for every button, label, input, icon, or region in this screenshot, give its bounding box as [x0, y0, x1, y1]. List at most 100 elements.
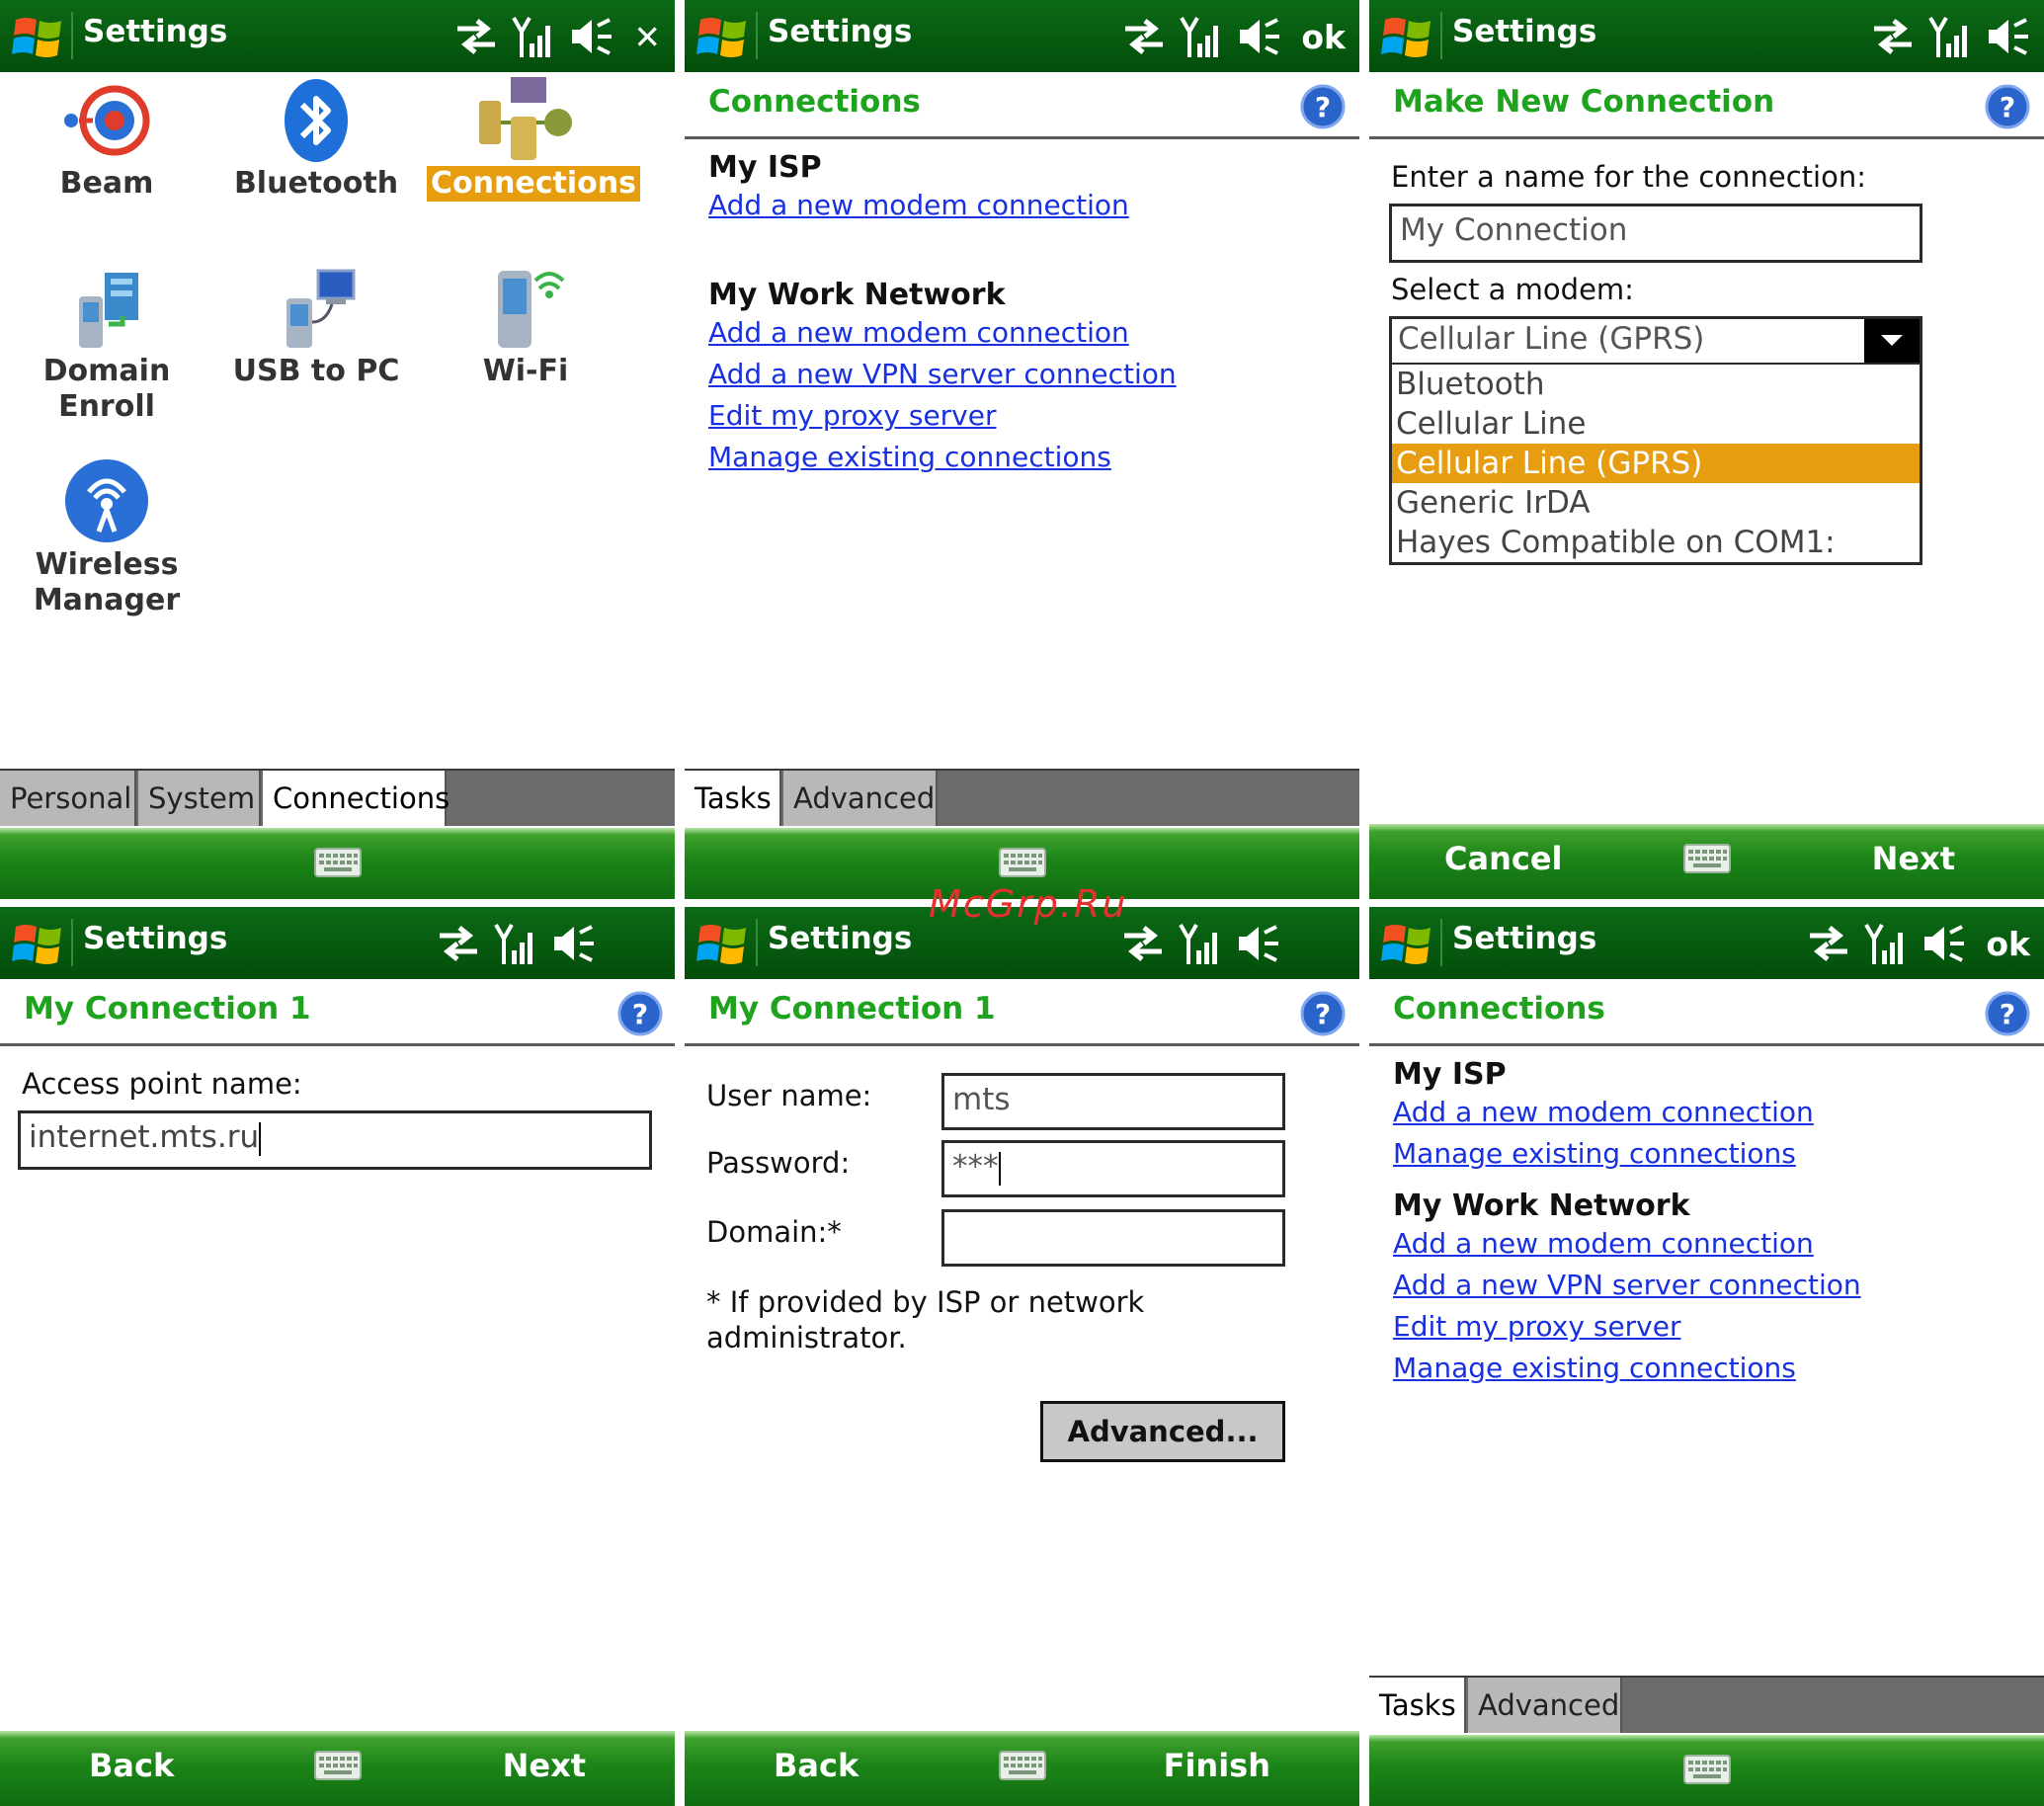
tab-tasks[interactable]: Tasks	[685, 771, 781, 826]
keyboard-icon[interactable]	[1683, 844, 1731, 873]
chevron-down-icon[interactable]	[1864, 319, 1920, 363]
tab-personal[interactable]: Personal	[0, 771, 136, 826]
panel-connections-final: Settings ok Connections My ISP Add a new…	[1369, 907, 2044, 1806]
connections-icon	[479, 77, 572, 160]
link-work-add-modem[interactable]: Add a new modem connection	[708, 312, 1349, 354]
link-work-add-modem[interactable]: Add a new modem connection	[1393, 1223, 2034, 1265]
soft-key-bar	[0, 828, 675, 899]
signal-icon[interactable]	[511, 14, 556, 59]
next-button[interactable]: Next	[1872, 840, 1955, 877]
link-isp-manage[interactable]: Manage existing connections	[1393, 1133, 2034, 1175]
speaker-icon[interactable]	[568, 14, 613, 59]
speaker-icon[interactable]	[1235, 921, 1280, 966]
tab-system[interactable]: System	[138, 771, 261, 826]
link-work-edit-proxy[interactable]: Edit my proxy server	[708, 395, 1349, 437]
windows-start-icon[interactable]	[1381, 10, 1434, 63]
finish-button[interactable]: Finish	[1164, 1747, 1270, 1784]
connections-item[interactable]: Connections	[427, 73, 640, 202]
sync-icon[interactable]	[453, 14, 499, 59]
wifi-item[interactable]: Wi-Fi	[427, 267, 624, 389]
ok-button[interactable]: ok	[1986, 925, 2030, 963]
back-button[interactable]: Back	[89, 1747, 174, 1784]
link-work-edit-proxy[interactable]: Edit my proxy server	[1393, 1306, 2034, 1348]
app-title: Settings	[768, 14, 913, 49]
tab-strip: Tasks Advanced	[1369, 1676, 2044, 1733]
link-isp-add-modem[interactable]: Add a new modem connection	[708, 185, 1349, 226]
modem-option[interactable]: Cellular Line	[1392, 404, 1920, 444]
title-bar: Settings ✕	[0, 0, 675, 72]
domain-note: * If provided by ISP or network administ…	[706, 1285, 1145, 1354]
text-cursor	[259, 1121, 262, 1156]
windows-start-icon[interactable]	[12, 917, 65, 970]
domain-enroll-item[interactable]: Domain Enroll	[8, 267, 205, 425]
signal-icon[interactable]	[1927, 14, 1973, 59]
modem-option[interactable]: Bluetooth	[1392, 365, 1920, 404]
connection-name-input[interactable]: My Connection	[1389, 204, 1922, 263]
page-header: My Connection 1	[0, 979, 675, 1046]
sync-icon[interactable]	[1870, 14, 1916, 59]
speaker-icon[interactable]	[550, 921, 596, 966]
tab-tasks[interactable]: Tasks	[1369, 1678, 1466, 1733]
modem-selected-value[interactable]: Cellular Line (GPRS)	[1392, 319, 1920, 365]
keyboard-icon[interactable]	[314, 1751, 362, 1780]
windows-start-icon[interactable]	[696, 917, 750, 970]
speaker-icon[interactable]	[1236, 14, 1281, 59]
help-icon[interactable]	[617, 991, 663, 1036]
speaker-icon[interactable]	[1921, 921, 1966, 966]
speaker-icon[interactable]	[1985, 14, 2030, 59]
modem-select[interactable]: Cellular Line (GPRS) Bluetooth Cellular …	[1389, 316, 1922, 565]
soft-key-bar	[1369, 1735, 2044, 1806]
windows-start-icon[interactable]	[1381, 917, 1434, 970]
windows-start-icon[interactable]	[12, 10, 65, 63]
user-name-input[interactable]: mts	[941, 1073, 1285, 1130]
link-isp-add-modem[interactable]: Add a new modem connection	[1393, 1092, 2034, 1133]
cancel-button[interactable]: Cancel	[1444, 840, 1563, 877]
tab-strip: Tasks Advanced	[685, 769, 1359, 826]
modem-label: Select a modem:	[1391, 273, 1634, 306]
help-icon[interactable]	[1985, 991, 2030, 1036]
help-icon[interactable]	[1300, 991, 1346, 1036]
signal-icon[interactable]	[1178, 921, 1223, 966]
link-work-manage[interactable]: Manage existing connections	[708, 437, 1349, 478]
modem-option[interactable]: Hayes Compatible on COM1:	[1392, 523, 1920, 562]
app-title: Settings	[1452, 14, 1597, 49]
keyboard-icon[interactable]	[999, 1751, 1046, 1780]
link-work-manage[interactable]: Manage existing connections	[1393, 1348, 2034, 1389]
link-work-add-vpn[interactable]: Add a new VPN server connection	[708, 354, 1349, 395]
sync-icon[interactable]	[1806, 921, 1851, 966]
signal-icon[interactable]	[1179, 14, 1224, 59]
windows-start-icon[interactable]	[696, 10, 750, 63]
sync-icon[interactable]	[436, 921, 481, 966]
advanced-button[interactable]: Advanced...	[1040, 1401, 1285, 1462]
task-list: My ISP Add a new modem connection My Wor…	[708, 150, 1349, 478]
signal-icon[interactable]	[493, 921, 538, 966]
keyboard-icon[interactable]	[999, 848, 1046, 877]
modem-option-selected[interactable]: Cellular Line (GPRS)	[1392, 444, 1920, 483]
section-my-isp: My ISP	[1393, 1057, 1507, 1092]
next-button[interactable]: Next	[503, 1747, 586, 1784]
tab-connections[interactable]: Connections	[263, 771, 450, 826]
back-button[interactable]: Back	[774, 1747, 858, 1784]
help-icon[interactable]	[1300, 84, 1346, 129]
close-icon[interactable]: ✕	[633, 18, 661, 56]
signal-icon[interactable]	[1863, 921, 1909, 966]
usb-to-pc-item[interactable]: USB to PC	[217, 267, 415, 389]
page-header: Connections	[685, 72, 1359, 139]
keyboard-icon[interactable]	[314, 848, 362, 877]
sync-icon[interactable]	[1121, 14, 1167, 59]
beam-item[interactable]: Beam	[8, 77, 205, 202]
access-point-input[interactable]: internet.mts.ru	[18, 1110, 652, 1170]
tab-advanced[interactable]: Advanced	[783, 771, 938, 826]
sync-icon[interactable]	[1120, 921, 1166, 966]
modem-option[interactable]: Generic IrDA	[1392, 483, 1920, 523]
beam-label: Beam	[59, 166, 154, 201]
help-icon[interactable]	[1985, 84, 2030, 129]
ok-button[interactable]: ok	[1301, 18, 1346, 56]
wireless-manager-item[interactable]: Wireless Manager	[8, 456, 205, 618]
bluetooth-item[interactable]: Bluetooth	[217, 77, 415, 202]
link-work-add-vpn[interactable]: Add a new VPN server connection	[1393, 1265, 2034, 1306]
domain-input[interactable]	[941, 1209, 1285, 1267]
tab-advanced[interactable]: Advanced	[1468, 1678, 1622, 1733]
keyboard-icon[interactable]	[1683, 1755, 1731, 1784]
password-input[interactable]: ***	[941, 1140, 1285, 1197]
